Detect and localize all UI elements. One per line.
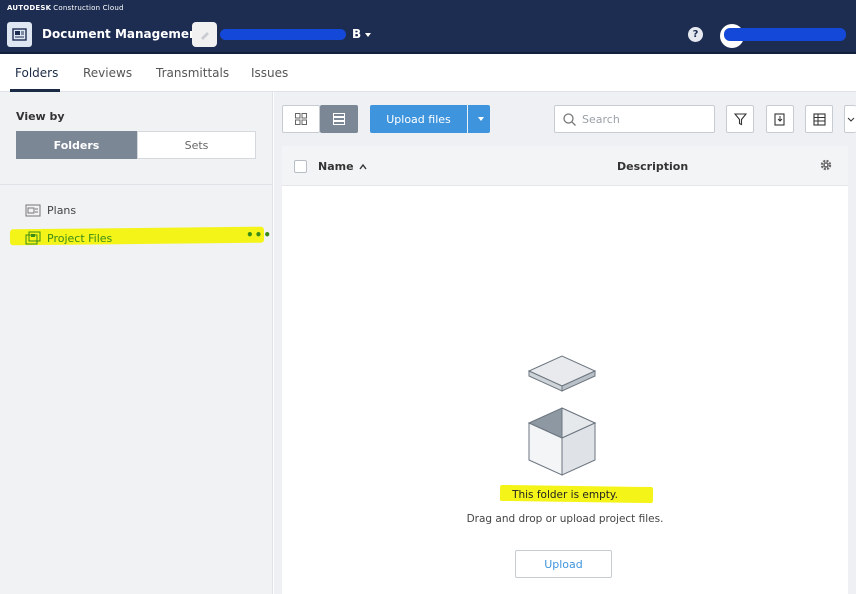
chevron-down-icon [478,117,484,121]
chevron-down-icon [847,117,854,122]
app-title: Document Management [42,27,204,41]
search-box [554,105,715,133]
list-icon [333,113,345,125]
filter-button[interactable] [726,105,754,133]
empty-box-illustration-icon [527,355,597,476]
chevron-down-icon [365,32,372,37]
top-header: AUTODESK Construction Cloud Document Mana… [0,0,856,54]
tab-issues[interactable]: Issues [251,66,288,80]
tree-item-label: Project Files [47,231,113,245]
more-toolbar-button[interactable] [844,105,856,133]
upload-button[interactable]: Upload [515,550,612,578]
column-header-name[interactable]: Name [318,160,367,173]
project-files-folder-icon [25,231,41,245]
help-icon[interactable]: ? [688,27,703,42]
column-name-label: Name [318,160,354,173]
table-header: Name Description [282,146,848,186]
redacted-user-name [724,28,846,41]
plans-folder-icon [25,204,41,217]
table-columns-icon [812,112,826,126]
gear-icon[interactable] [819,158,833,172]
project-name-suffix: B [352,27,362,41]
empty-state-subtitle: Drag and drop or upload project files. [466,513,664,525]
upload-files-button[interactable]: Upload files [370,105,467,133]
project-thumbnail-icon[interactable] [192,22,217,47]
column-header-description[interactable]: Description [617,160,688,173]
tab-folders[interactable]: Folders [15,66,58,80]
search-input[interactable] [582,112,702,126]
more-options-icon[interactable]: ••• [246,229,272,241]
files-table: Name Description This folder is empty. D… [282,146,848,594]
tree-item-label: Plans [47,203,77,217]
sort-ascending-icon [359,163,367,170]
grid-icon [295,113,307,125]
help-glyph: ? [692,29,699,40]
filter-icon [733,112,747,125]
project-dropdown[interactable]: B [352,27,372,41]
search-icon [563,112,576,126]
tab-transmittals[interactable]: Transmittals [156,66,229,80]
brand-logo: AUTODESK Construction Cloud [7,4,124,12]
tree-item-project-files[interactable]: Project Files [25,230,112,246]
list-view-button[interactable] [320,105,358,133]
export-button[interactable] [766,105,794,133]
tab-bar: Folders Reviews Transmittals Issues [0,56,856,92]
redacted-project-name [220,29,346,40]
sidebar-divider [0,184,273,185]
select-all-checkbox[interactable] [294,160,307,173]
upload-options-dropdown[interactable] [468,105,490,133]
view-by-label: View by [16,110,65,123]
app-title-dropdown[interactable]: Document Management [42,27,214,41]
view-by-sets-button[interactable]: Sets [137,131,256,159]
columns-button[interactable] [805,105,833,133]
view-by-folders-button[interactable]: Folders [16,131,137,159]
tree-item-plans[interactable]: Plans [25,202,76,218]
brand-name: AUTODESK [7,4,52,12]
empty-state-title: This folder is empty. [512,489,618,501]
sidebar: View by Folders Sets Plans Project Files… [0,92,273,594]
document-export-icon [774,113,785,126]
tab-reviews[interactable]: Reviews [83,66,132,80]
brand-subtitle: Construction Cloud [53,4,124,12]
app-switcher-icon[interactable] [7,22,32,47]
main-content: Upload files Name Description [274,92,856,594]
grid-view-button[interactable] [282,105,320,133]
